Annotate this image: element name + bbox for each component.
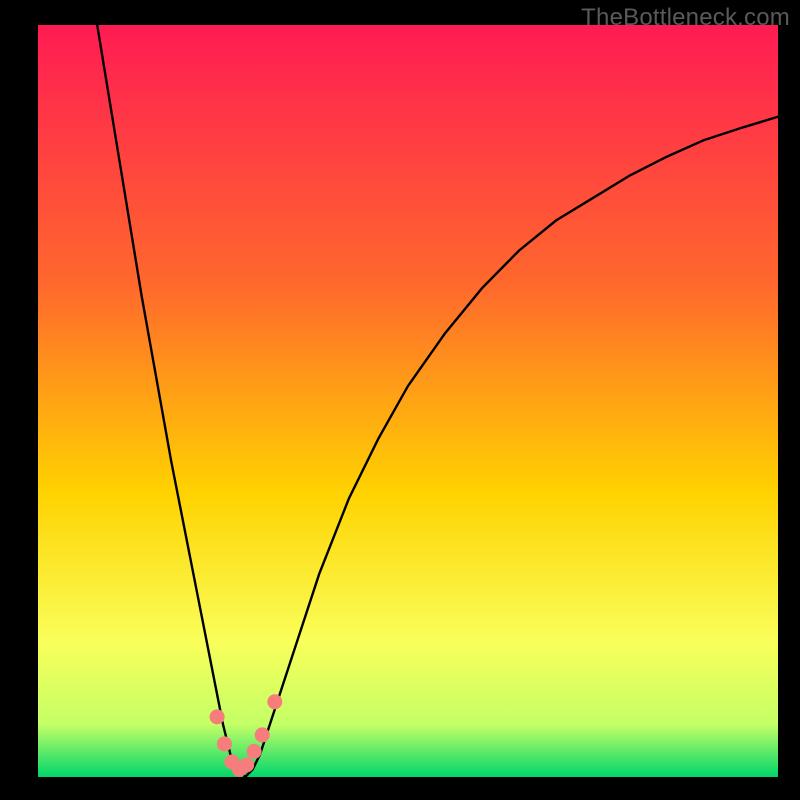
gradient-background xyxy=(38,25,778,777)
marker-dot xyxy=(267,694,282,709)
marker-dot xyxy=(247,744,262,759)
marker-dot xyxy=(210,709,225,724)
watermark-text: TheBottleneck.com xyxy=(581,4,790,32)
marker-dot xyxy=(255,727,270,742)
plot-area xyxy=(38,25,778,777)
marker-dot xyxy=(239,757,254,772)
chart-frame: TheBottleneck.com xyxy=(0,0,800,800)
plot-svg xyxy=(38,25,778,777)
marker-dot xyxy=(217,736,232,751)
